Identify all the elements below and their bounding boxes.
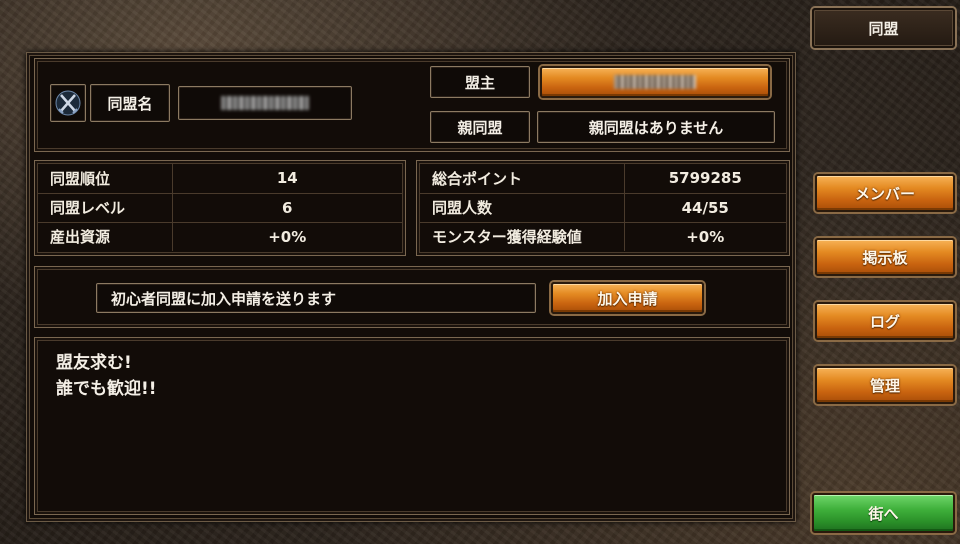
resource-value: +0%: [171, 222, 402, 251]
parent-alliance-label: 親同盟: [430, 111, 530, 143]
alliance-title-tab: 同盟: [812, 8, 955, 48]
alliance-name-field: [178, 86, 352, 120]
level-value: 6: [171, 193, 402, 223]
table-row: モンスター獲得経験値 +0%: [420, 222, 786, 251]
alliance-emblem: [50, 84, 86, 122]
stats-left-table: 同盟順位 14 同盟レベル 6 産出資源 +0%: [38, 164, 402, 251]
table-row: 同盟順位 14: [38, 164, 402, 194]
table-row: 総合ポイント 5799285: [420, 164, 786, 194]
to-town-button[interactable]: 街へ: [812, 493, 955, 533]
join-description: 初心者同盟に加入申請を送ります: [96, 283, 536, 313]
alliance-message: 盟友求む! 誰でも歓迎!!: [56, 350, 157, 402]
manage-button[interactable]: 管理: [815, 366, 955, 404]
crossed-swords-icon: [55, 90, 81, 116]
member-count-value: 44/55: [623, 193, 786, 223]
monster-exp-label: モンスター獲得経験値: [432, 228, 582, 247]
leader-name-button[interactable]: [540, 66, 770, 98]
leader-label: 盟主: [430, 66, 530, 98]
total-points-label: 総合ポイント: [420, 164, 624, 194]
rank-label: 同盟順位: [38, 164, 172, 194]
message-line-2: 誰でも歓迎!!: [56, 379, 157, 399]
member-count-label: 同盟人数: [420, 193, 624, 223]
total-points-value: 5799285: [623, 164, 786, 194]
level-label: 同盟レベル: [38, 193, 172, 223]
parent-alliance-value: 親同盟はありません: [537, 111, 775, 143]
stats-right-table: 総合ポイント 5799285 同盟人数 44/55 モンスター獲得経験値 +0%: [420, 164, 786, 251]
members-button[interactable]: メンバー: [815, 174, 955, 212]
table-row: 産出資源 +0%: [38, 222, 402, 251]
leader-name-redacted: [614, 75, 696, 89]
message-line-1: 盟友求む!: [56, 353, 132, 373]
log-button[interactable]: ログ: [815, 302, 955, 340]
table-row: 同盟人数 44/55: [420, 193, 786, 223]
table-row: 同盟レベル 6: [38, 193, 402, 223]
board-button[interactable]: 掲示板: [815, 238, 955, 276]
alliance-name-redacted: [221, 96, 309, 110]
resource-label: 産出資源: [50, 228, 111, 247]
monster-exp-value: +0%: [623, 222, 786, 251]
alliance-name-label: 同盟名: [90, 84, 170, 122]
join-request-button[interactable]: 加入申請: [551, 282, 704, 314]
rank-value: 14: [171, 164, 402, 194]
